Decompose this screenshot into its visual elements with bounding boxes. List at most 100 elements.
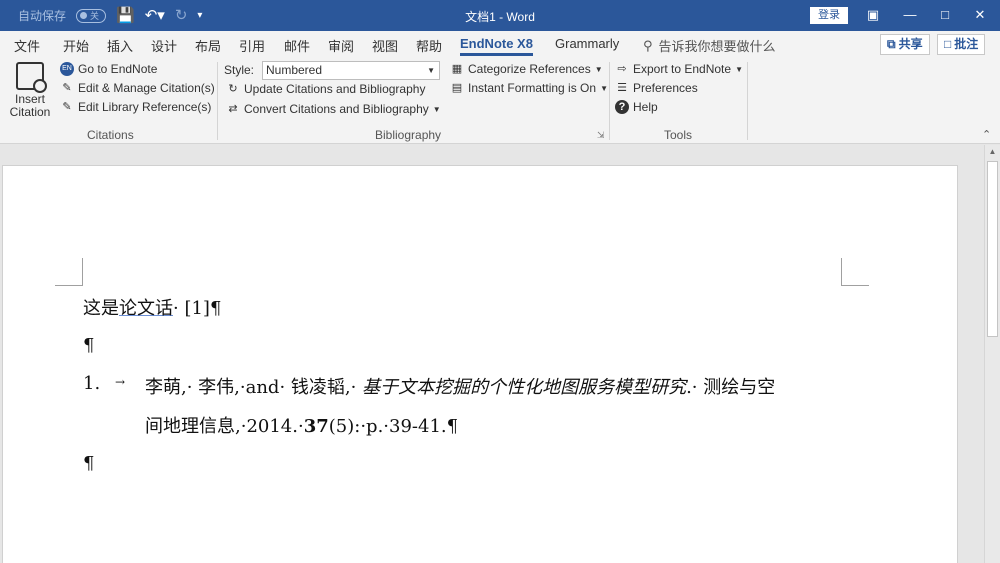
chevron-down-icon: ▼ bbox=[735, 64, 743, 74]
categorize-references-button[interactable]: ▦ Categorize References ▼ bbox=[450, 62, 603, 76]
empty-paragraph[interactable]: ¶ bbox=[83, 335, 94, 356]
export-to-endnote-button[interactable]: ⇨ Export to EndNote ▼ bbox=[615, 62, 743, 76]
tab-layout[interactable]: 布局 bbox=[195, 36, 221, 55]
share-icon: ⧉ bbox=[887, 37, 896, 51]
chevron-down-icon: ▼ bbox=[432, 104, 441, 114]
ribbon-tabs: 文件 开始 插入 设计 布局 引用 邮件 审阅 视图 帮助 EndNote X8… bbox=[0, 31, 1000, 58]
tab-review[interactable]: 审阅 bbox=[328, 36, 354, 55]
group-separator bbox=[747, 62, 748, 140]
edit-library-icon: ✎ bbox=[62, 101, 72, 113]
autosave-state: 关 bbox=[90, 11, 100, 21]
style-label: Style: bbox=[224, 63, 255, 77]
bibliography-entry-line2[interactable]: 间地理信息,·2014.·37(5):·p.·39-41.¶ bbox=[145, 412, 458, 438]
ribbon-display-options-icon[interactable]: ▣ bbox=[858, 5, 888, 25]
convert-citations-button[interactable]: ⇄ Convert Citations and Bibliography ▼ bbox=[226, 102, 441, 116]
convert-label: Convert Citations and Bibliography bbox=[244, 102, 429, 116]
tab-references[interactable]: 引用 bbox=[239, 36, 265, 55]
insert-citation-button[interactable]: Insert Citation bbox=[6, 62, 54, 119]
save-icon[interactable]: 💾 bbox=[116, 7, 135, 24]
comment-icon: □ bbox=[944, 37, 952, 51]
paragraph-1[interactable]: 这是论文话· [1]¶ bbox=[83, 294, 221, 320]
tab-design[interactable]: 设计 bbox=[151, 36, 177, 55]
preferences-label: Preferences bbox=[633, 81, 698, 95]
edit-citation-icon: ✎ bbox=[62, 82, 72, 94]
text-run-underlined: 论文话 bbox=[119, 298, 173, 319]
document-page[interactable]: 这是论文话· [1]¶ ¶ 1. → 李萌,· 李伟,·and· 钱凌韬,· 基… bbox=[2, 165, 958, 563]
preferences-button[interactable]: ☰ Preferences bbox=[615, 81, 698, 95]
bibliography-number: 1. bbox=[83, 373, 101, 394]
insert-citation-icon bbox=[16, 62, 47, 93]
bibliography-entry-line1[interactable]: 李萌,· 李伟,·and· 钱凌韬,· 基于文本挖掘的个性化地图服务模型研究.·… bbox=[145, 373, 775, 399]
citations-group-label: Citations bbox=[87, 128, 134, 142]
edit-manage-label: Edit & Manage Citation(s) bbox=[78, 81, 215, 95]
ref-authors: 李萌,· 李伟,·and· 钱凌韬,· bbox=[145, 377, 363, 398]
ref-journal-year: 间地理信息,·2014.· bbox=[145, 416, 304, 437]
help-button[interactable]: ? Help bbox=[615, 100, 658, 114]
update-icon: ↻ bbox=[228, 83, 238, 95]
tab-arrow-icon: → bbox=[115, 375, 126, 389]
chevron-down-icon: ▼ bbox=[594, 64, 603, 74]
scrollbar-thumb[interactable] bbox=[987, 161, 998, 337]
minimize-icon[interactable]: — bbox=[895, 5, 925, 25]
redo-icon[interactable]: ↻ bbox=[175, 7, 188, 24]
ref-pages: (5):·p.·39-41.¶ bbox=[328, 416, 459, 437]
style-select-value: Numbered bbox=[266, 63, 323, 77]
instant-formatting-icon: ▤ bbox=[451, 82, 463, 94]
help-label: Help bbox=[633, 100, 658, 114]
categorize-label: Categorize References bbox=[468, 62, 591, 76]
update-citations-button[interactable]: ↻ Update Citations and Bibliography bbox=[226, 82, 425, 96]
tab-grammarly[interactable]: Grammarly bbox=[555, 36, 619, 51]
instant-formatting-button[interactable]: ▤ Instant Formatting is On ▼ bbox=[450, 81, 608, 95]
edit-library-references-button[interactable]: ✎ Edit Library Reference(s) bbox=[60, 100, 211, 114]
login-button[interactable]: 登录 bbox=[810, 7, 848, 24]
tab-help[interactable]: 帮助 bbox=[416, 36, 442, 55]
autosave-label: 自动保存 bbox=[18, 9, 67, 23]
scroll-up-icon[interactable]: ▲ bbox=[985, 145, 1000, 159]
margin-corner-mark bbox=[55, 258, 83, 286]
document-area: 这是论文话· [1]¶ ¶ 1. → 李萌,· 李伟,·and· 钱凌韬,· 基… bbox=[0, 145, 984, 563]
ref-volume: 37 bbox=[303, 416, 329, 437]
search-text: 告诉我你想要做什么 bbox=[658, 39, 776, 54]
tab-home[interactable]: 开始 bbox=[63, 36, 89, 55]
bibliography-group-label: Bibliography bbox=[375, 128, 442, 142]
style-select[interactable]: Numbered ▼ bbox=[262, 61, 440, 80]
tab-file[interactable]: 文件 bbox=[14, 36, 40, 55]
endnote-icon: EN bbox=[60, 62, 74, 76]
tab-insert[interactable]: 插入 bbox=[107, 36, 133, 55]
tell-me-search[interactable]: ⚲ 告诉我你想要做什么 bbox=[643, 36, 776, 55]
maximize-icon[interactable]: □ bbox=[930, 5, 960, 25]
export-label: Export to EndNote bbox=[633, 62, 732, 76]
edit-library-label: Edit Library Reference(s) bbox=[78, 100, 212, 114]
search-icon: ⚲ bbox=[643, 37, 653, 53]
chevron-down-icon: ▼ bbox=[600, 83, 608, 93]
preferences-icon: ☰ bbox=[617, 82, 627, 94]
comments-button[interactable]: □ 批注 bbox=[937, 34, 986, 55]
group-separator bbox=[217, 62, 218, 140]
collapse-ribbon-icon[interactable]: ⌃ bbox=[982, 128, 991, 141]
instant-formatting-label: Instant Formatting is On bbox=[468, 81, 597, 95]
customize-qat-icon[interactable]: ▾ bbox=[197, 8, 202, 24]
chevron-down-icon: ▼ bbox=[427, 66, 435, 75]
tab-view[interactable]: 视图 bbox=[372, 36, 398, 55]
ref-journal: .· 测绘与空 bbox=[686, 377, 776, 398]
vertical-scrollbar[interactable]: ▲ bbox=[984, 145, 1000, 563]
autosave-toggle[interactable]: 关 bbox=[76, 8, 107, 23]
comments-label: 批注 bbox=[954, 37, 979, 51]
tools-group-label: Tools bbox=[664, 128, 693, 142]
edit-manage-citations-button[interactable]: ✎ Edit & Manage Citation(s) bbox=[60, 81, 215, 95]
share-button[interactable]: ⧉ 共享 bbox=[880, 34, 930, 55]
empty-paragraph[interactable]: ¶ bbox=[83, 453, 94, 474]
margin-corner-mark bbox=[841, 258, 869, 286]
share-label: 共享 bbox=[898, 37, 923, 51]
go-to-endnote-label: Go to EndNote bbox=[78, 62, 158, 76]
dialog-launcher-icon[interactable]: ⇲ bbox=[597, 130, 605, 141]
insert-citation-label2: Citation bbox=[9, 105, 51, 119]
close-icon[interactable]: ✕ bbox=[965, 5, 995, 25]
go-to-endnote-button[interactable]: EN Go to EndNote bbox=[60, 62, 157, 76]
quick-access-toolbar: 自动保存 关 💾 ↶▾ ↻ ▾ bbox=[18, 7, 202, 24]
tab-mailings[interactable]: 邮件 bbox=[284, 36, 310, 55]
tab-endnote[interactable]: EndNote X8 bbox=[460, 36, 533, 56]
undo-icon[interactable]: ↶▾ bbox=[145, 7, 165, 24]
categorize-icon: ▦ bbox=[451, 63, 463, 75]
group-separator bbox=[609, 62, 610, 140]
